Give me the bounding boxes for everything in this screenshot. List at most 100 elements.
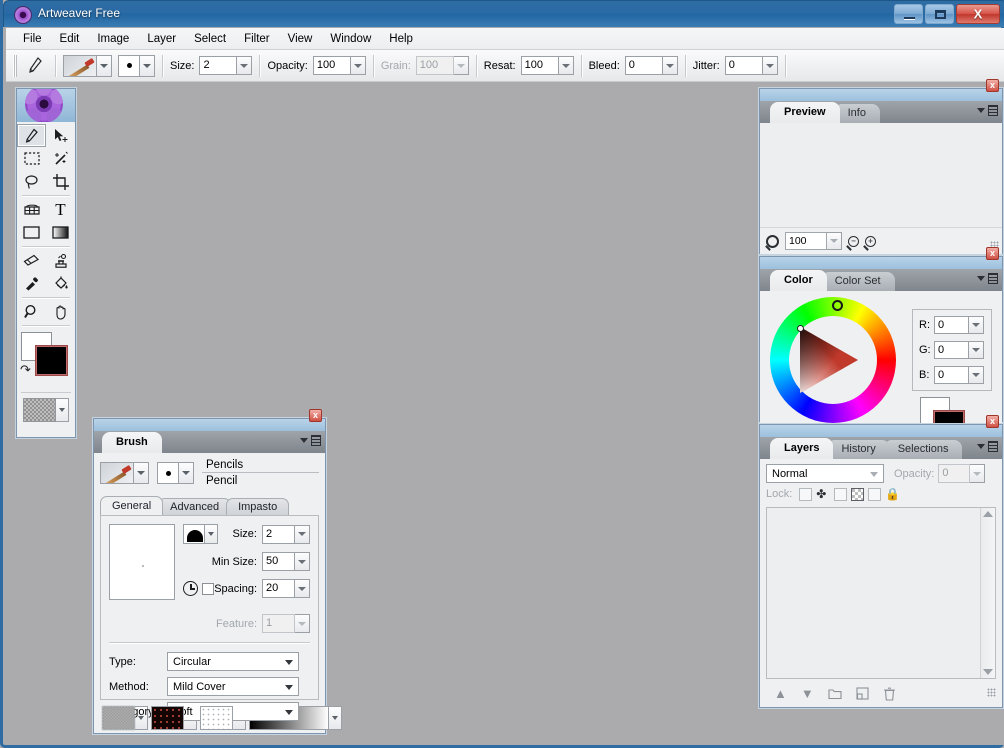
option-jitter-input[interactable]: 0: [724, 56, 763, 75]
menu-item-filter[interactable]: Filter: [235, 30, 279, 48]
panel-menu-icon[interactable]: [988, 441, 998, 452]
menu-item-edit[interactable]: Edit: [51, 30, 89, 48]
preview-panel-close-icon[interactable]: x: [986, 79, 999, 92]
tool-eyedropper[interactable]: [17, 272, 46, 295]
scroll-down-icon[interactable]: [983, 669, 993, 675]
tab-info[interactable]: Info: [833, 104, 880, 123]
foreground-color-swatch[interactable]: [36, 346, 67, 375]
panel-menu-icon[interactable]: [988, 105, 998, 116]
pattern-swatch[interactable]: [151, 706, 184, 730]
r-spinner[interactable]: [969, 316, 984, 334]
option-bleed-spinner[interactable]: [662, 56, 678, 75]
tool-paint-bucket[interactable]: [46, 272, 75, 295]
color-wheel-area[interactable]: [770, 297, 900, 423]
g-input[interactable]: 0: [934, 341, 969, 359]
subtab-advanced[interactable]: Advanced: [158, 498, 232, 515]
preview-panel-menu[interactable]: [977, 105, 998, 116]
delete-layer-icon[interactable]: [883, 687, 896, 701]
brush-spacing-input[interactable]: 20: [262, 579, 295, 598]
maximize-button[interactable]: [925, 4, 954, 24]
tool-rect-select[interactable]: [17, 147, 46, 170]
brush-minsize-spinner[interactable]: [295, 552, 310, 571]
brush-panel-close-icon[interactable]: x: [309, 409, 322, 422]
chevron-down-icon[interactable]: [977, 444, 985, 449]
brush-shape-dropdown-arrow[interactable]: [205, 524, 219, 544]
tab-brush[interactable]: Brush: [102, 432, 162, 453]
menu-item-layer[interactable]: Layer: [138, 30, 185, 48]
option-opacity-spinner[interactable]: [350, 56, 366, 75]
menu-item-help[interactable]: Help: [380, 30, 422, 48]
tool-brush[interactable]: [17, 124, 46, 147]
lock-transparency-checkbox[interactable]: [834, 487, 848, 501]
new-group-icon[interactable]: [828, 688, 842, 700]
b-spinner[interactable]: [969, 366, 984, 384]
zoom-out-icon[interactable]: −: [848, 235, 859, 247]
subtab-general[interactable]: General: [100, 496, 164, 515]
tab-color-set[interactable]: Color Set: [820, 272, 895, 291]
option-bleed-input[interactable]: 0: [624, 56, 663, 75]
tool-gradient[interactable]: [46, 221, 75, 244]
timing-clock-icon[interactable]: [183, 581, 199, 596]
new-layer-icon[interactable]: [856, 687, 869, 700]
swap-colors-icon[interactable]: ↷: [20, 362, 31, 378]
brush-preset-dropdown-arrow[interactable]: [97, 54, 112, 77]
spacing-checkbox[interactable]: [202, 582, 215, 595]
tab-layers[interactable]: Layers: [770, 438, 834, 459]
layers-list-inner[interactable]: [767, 508, 980, 678]
gradient-swatch-dropdown-arrow[interactable]: [329, 706, 342, 730]
preview-zoom-combo[interactable]: 100: [785, 232, 842, 250]
paper-texture-swatch[interactable]: [23, 398, 56, 422]
brush-spacing-spinner[interactable]: [295, 579, 310, 598]
chevron-down-icon[interactable]: [300, 438, 308, 443]
menu-item-file[interactable]: File: [14, 30, 51, 48]
preview-zoom-dropdown-arrow[interactable]: [827, 232, 842, 250]
tool-move[interactable]: [46, 124, 75, 147]
lower-layer-icon[interactable]: ▼: [801, 686, 814, 701]
brush-tip-dropdown-arrow[interactable]: [179, 462, 194, 484]
brush-panel-menu[interactable]: [300, 435, 321, 446]
option-resat-spinner[interactable]: [558, 56, 574, 75]
menu-item-image[interactable]: Image: [88, 30, 138, 48]
chevron-down-icon[interactable]: [977, 108, 985, 113]
brush-category-select[interactable]: Soft: [167, 702, 299, 721]
paper-texture-swatch[interactable]: [102, 706, 135, 730]
b-input[interactable]: 0: [934, 366, 969, 384]
preview-zoom-input[interactable]: 100: [785, 232, 827, 250]
blend-mode-select[interactable]: Normal: [766, 464, 884, 483]
tool-perspective[interactable]: [17, 198, 46, 221]
tool-shape[interactable]: [17, 221, 46, 244]
option-opacity-input[interactable]: 100: [312, 56, 351, 75]
menu-item-view[interactable]: View: [279, 30, 322, 48]
tool-crop[interactable]: [46, 170, 75, 193]
brush-minsize-input[interactable]: 50: [262, 552, 295, 571]
minimize-button[interactable]: [894, 4, 923, 24]
tool-zoom[interactable]: [17, 300, 46, 323]
brush-size-input[interactable]: 2: [262, 524, 295, 544]
layers-resize-grip[interactable]: [987, 688, 996, 697]
layers-panel-titlebar[interactable]: x: [760, 415, 1002, 437]
toolbar-grip[interactable]: [13, 54, 17, 77]
raise-layer-icon[interactable]: ▲: [774, 686, 787, 701]
tool-clone-stamp[interactable]: [46, 249, 75, 272]
brush-preset-combo[interactable]: [63, 54, 112, 78]
brush-tip-dropdown-arrow[interactable]: [140, 54, 155, 77]
panel-menu-icon[interactable]: [988, 273, 998, 284]
menu-item-select[interactable]: Select: [185, 30, 235, 48]
close-button[interactable]: X: [956, 4, 1000, 24]
color-panel-close-icon[interactable]: x: [986, 247, 999, 260]
pencil-preset-icon[interactable]: [100, 462, 134, 484]
lock-all-checkbox[interactable]: [868, 487, 882, 501]
option-jitter-spinner[interactable]: [762, 56, 778, 75]
zoom-in-icon[interactable]: +: [865, 235, 876, 247]
brush-type-select[interactable]: Circular: [167, 652, 299, 671]
tool-eraser[interactable]: [17, 249, 46, 272]
brush-size-spinner[interactable]: [295, 524, 310, 544]
scroll-up-icon[interactable]: [983, 511, 993, 517]
brush-tip-combo[interactable]: [118, 54, 155, 78]
option-size-spinner[interactable]: [237, 56, 253, 75]
layers-panel-menu[interactable]: [977, 441, 998, 452]
color-panel-menu[interactable]: [977, 273, 998, 284]
preview-panel-titlebar[interactable]: x: [760, 79, 1002, 101]
brush-preset-picker[interactable]: [100, 461, 149, 485]
round-tip-icon[interactable]: [118, 54, 140, 77]
